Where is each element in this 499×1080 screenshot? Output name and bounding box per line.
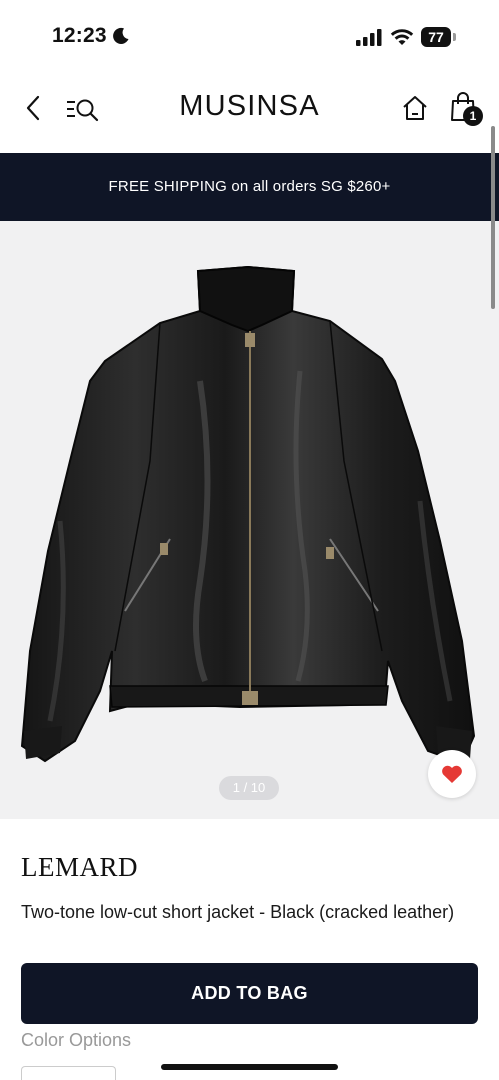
- add-to-bag-button[interactable]: ADD TO BAG: [21, 963, 478, 1024]
- status-bar: 12:23 77: [0, 0, 499, 74]
- product-image-gallery[interactable]: 1 / 10: [0, 221, 499, 819]
- product-title: Two-tone low-cut short jacket - Black (c…: [21, 902, 455, 922]
- battery-icon: 77: [421, 27, 457, 47]
- brand-name[interactable]: LEMARD: [21, 852, 138, 883]
- moon-icon: [113, 27, 129, 44]
- home-indicator[interactable]: [161, 1064, 338, 1070]
- page-scrollbar[interactable]: [491, 126, 495, 309]
- bag-count-badge[interactable]: 1: [463, 106, 483, 126]
- signal-icon: [356, 29, 382, 46]
- battery-tip: [453, 33, 456, 41]
- image-pager: 1 / 10: [219, 776, 279, 800]
- heart-icon: [442, 765, 462, 783]
- battery-level: 77: [421, 27, 451, 47]
- color-swatch[interactable]: [21, 1066, 116, 1080]
- wifi-icon: [390, 29, 414, 45]
- color-options-label: Color Options: [21, 1030, 132, 1050]
- top-nav: MUSINSA: [0, 74, 499, 154]
- home-icon[interactable]: [401, 94, 429, 122]
- status-time: 12:23: [52, 24, 107, 47]
- free-shipping-banner[interactable]: FREE SHIPPING on all orders SG $260+: [0, 153, 499, 221]
- jacket-image: [20, 265, 476, 765]
- wishlist-button[interactable]: [428, 750, 476, 798]
